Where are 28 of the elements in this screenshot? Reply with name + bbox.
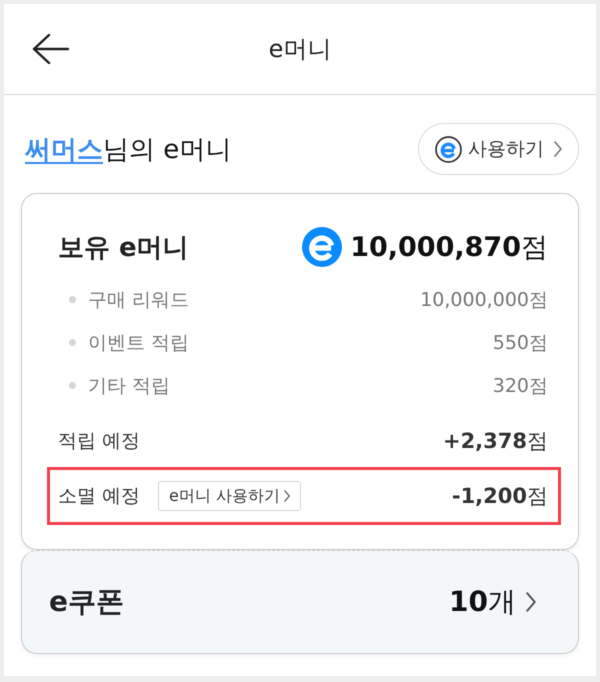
expiring-label: 소멸 예정 [58, 484, 140, 509]
bullet-dot-icon [69, 296, 76, 303]
coupon-card[interactable]: e쿠폰 10개 [21, 550, 579, 654]
bullet-dot-icon [69, 382, 76, 389]
e-logo-icon [435, 136, 462, 162]
page-title: e머니 [268, 34, 332, 65]
breakdown-label: 기타 적립 [88, 374, 172, 398]
breakdown-label: 구매 리워드 [88, 288, 190, 312]
back-arrow-icon [32, 34, 70, 64]
greeting-title: 써머스님의 e머니 [25, 134, 232, 166]
pending-value: +2,378점 [442, 428, 548, 455]
chevron-right-icon [284, 490, 290, 502]
breakdown-label: 이벤트 적립 [88, 330, 190, 356]
e-logo-icon [302, 227, 342, 267]
bullet-dot-icon [69, 339, 76, 346]
breakdown-value: 10,000,000점 [420, 288, 548, 312]
breakdown-value: 550점 [492, 330, 548, 356]
coupon-title: e쿠폰 [49, 584, 124, 620]
expiring-value: -1,200점 [452, 483, 548, 510]
pending-label: 적립 예정 [58, 429, 140, 454]
balance-total: 10,000,870점 [350, 231, 548, 265]
chevron-right-icon [526, 592, 536, 612]
use-button[interactable]: 사용하기 [418, 123, 579, 175]
use-emoney-button[interactable]: e머니 사용하기 [158, 481, 301, 511]
chevron-right-icon [554, 141, 562, 157]
coupon-count: 10개 [449, 584, 516, 620]
balance-title: 보유 e머니 [58, 232, 189, 264]
breakdown-value: 320점 [492, 374, 548, 398]
